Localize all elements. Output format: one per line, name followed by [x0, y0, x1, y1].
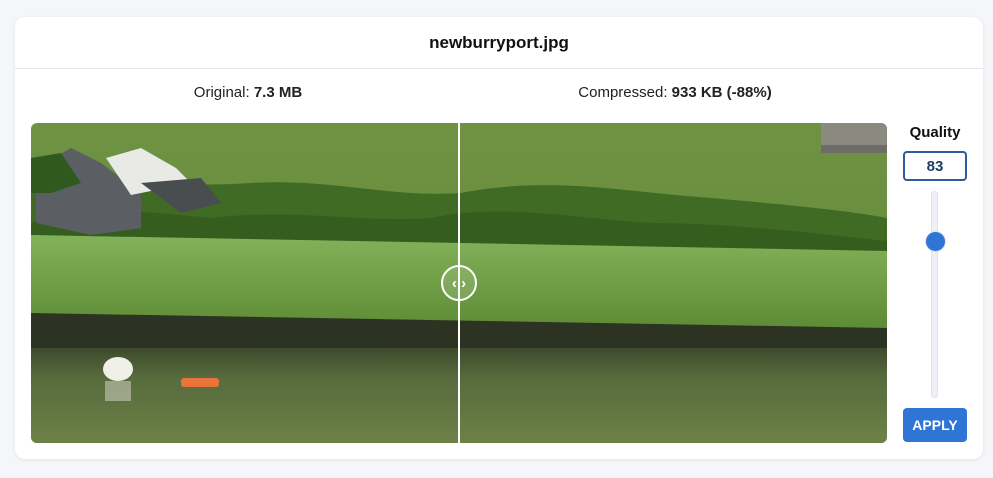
original-size-value: 7.3 MB	[253, 84, 303, 101]
compressed-size-value: 933 KB (-88%)	[671, 84, 772, 101]
original-size-label: Original: 7.3 MB	[168, 84, 328, 101]
quality-slider-thumb[interactable]	[926, 232, 945, 251]
handle-glyph: ‹ ›	[451, 274, 467, 292]
compressed-prefix: Compressed:	[578, 84, 672, 101]
card-header: newburryport.jpg	[15, 17, 983, 69]
quality-input[interactable]	[903, 151, 967, 181]
compressed-size-label: Compressed: 933 KB (-88%)	[560, 84, 790, 101]
apply-button[interactable]: APPLY	[903, 408, 967, 442]
left-right-arrows-icon[interactable]: ‹ ›	[441, 265, 477, 301]
filename-title: newburryport.jpg	[429, 32, 569, 52]
original-prefix: Original:	[193, 84, 254, 101]
quality-title: Quality	[909, 124, 961, 141]
quality-slider-track[interactable]	[931, 191, 938, 398]
image-compare-viewer[interactable]: ‹ ›	[31, 123, 887, 443]
